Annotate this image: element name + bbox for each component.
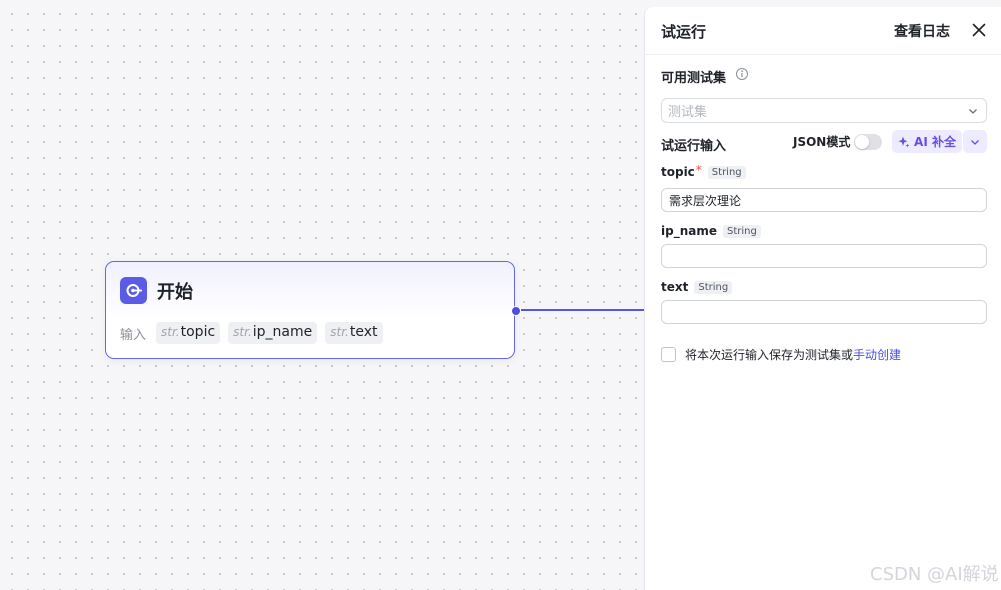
param-tag-ip-name: str. ip_name xyxy=(228,322,318,344)
type-badge: String xyxy=(723,224,761,238)
start-icon xyxy=(120,277,147,304)
json-mode: JSON模式 xyxy=(793,133,883,150)
chevron-down-icon xyxy=(969,109,977,114)
save-testset-checkbox[interactable] xyxy=(661,347,676,362)
param-type: str. xyxy=(233,325,252,339)
testset-label: 可用测试集 xyxy=(661,71,727,86)
param-type: str. xyxy=(330,325,349,339)
topic-input[interactable] xyxy=(661,188,987,212)
chevron-down-icon xyxy=(971,139,979,145)
testset-placeholder: 测试集 xyxy=(668,105,708,120)
json-mode-label: JSON模式 xyxy=(793,135,851,149)
start-node[interactable]: 开始 输入 str. topic str. ip_name str. text xyxy=(105,261,515,359)
run-input-label: 试运行输入 xyxy=(661,139,727,154)
field-name: text xyxy=(661,280,689,294)
watermark: CSDN @AI解说 xyxy=(870,564,999,585)
test-run-panel: 试运行 查看日志 可用测试集 测试集 试运行输入 JSON模式 AI 补全 to… xyxy=(644,7,1001,590)
ai-complete-label: AI 补全 xyxy=(914,135,956,149)
view-log-button[interactable]: 查看日志 xyxy=(894,21,950,41)
field-label-text: text String xyxy=(661,280,733,294)
param-tag-text: str. text xyxy=(325,322,383,344)
field-name: topic xyxy=(661,165,695,179)
panel-title: 试运行 xyxy=(661,23,707,41)
start-node-inputs: 输入 str. topic str. ip_name str. text xyxy=(120,322,391,344)
type-badge: String xyxy=(707,165,746,179)
inputs-label: 输入 xyxy=(120,327,147,343)
param-tag-topic: str. topic xyxy=(156,322,221,344)
json-mode-toggle[interactable] xyxy=(854,133,883,150)
sparkle-icon xyxy=(898,136,910,147)
save-testset-text: 将本次运行输入保存为测试集或 xyxy=(685,348,854,362)
connection-edge[interactable] xyxy=(521,309,645,311)
required-mark: * xyxy=(695,162,702,177)
toggle-knob xyxy=(855,134,870,149)
save-testset-row: 将本次运行输入保存为测试集或 手动创建 xyxy=(661,346,901,363)
ai-options-dropdown[interactable] xyxy=(963,130,987,153)
ai-complete-button[interactable]: AI 补全 xyxy=(892,130,962,153)
output-port[interactable] xyxy=(511,306,521,316)
info-icon[interactable] xyxy=(735,67,749,81)
param-name: text xyxy=(349,324,378,340)
start-node-title: 开始 xyxy=(157,281,193,303)
param-name: ip_name xyxy=(252,324,313,340)
panel-header: 试运行 查看日志 xyxy=(645,7,1001,55)
close-icon[interactable] xyxy=(970,21,988,39)
ip-name-input[interactable] xyxy=(661,244,987,268)
field-label-topic: topic * String xyxy=(661,162,746,179)
field-label-ip-name: ip_name String xyxy=(661,224,761,238)
testset-select[interactable]: 测试集 xyxy=(661,98,987,123)
param-type: str. xyxy=(161,325,180,339)
manual-create-link[interactable]: 手动创建 xyxy=(853,346,901,363)
param-name: topic xyxy=(180,324,216,340)
field-name: ip_name xyxy=(661,224,717,238)
type-badge: String xyxy=(694,280,733,294)
start-node-header: 开始 xyxy=(120,277,193,304)
text-input[interactable] xyxy=(661,300,987,324)
